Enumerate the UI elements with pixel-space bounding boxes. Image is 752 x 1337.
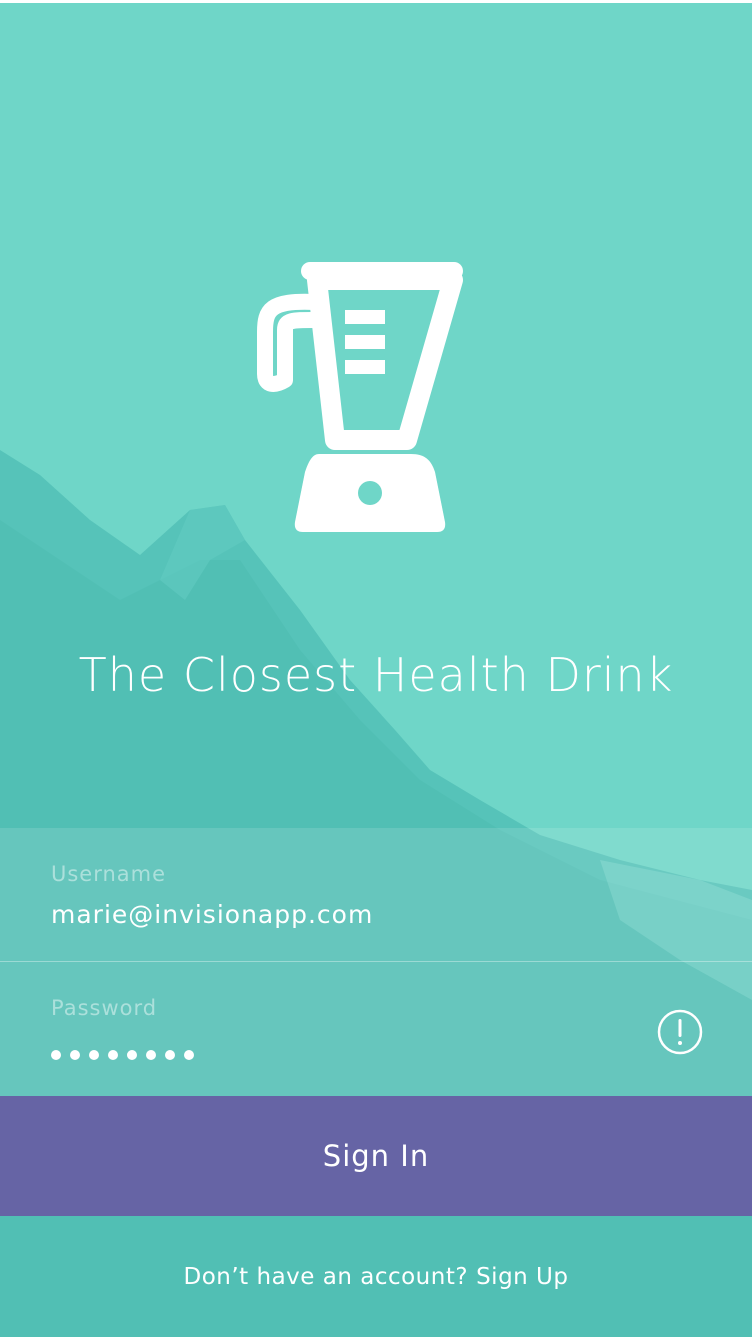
login-screen: The Closest Health Drink Username marie@…: [0, 0, 752, 1337]
sign-in-label: Sign In: [322, 1139, 430, 1173]
password-field[interactable]: Password: [0, 962, 752, 1096]
password-dot: [165, 1050, 175, 1060]
password-label: Password: [51, 996, 158, 1020]
top-edge: [0, 0, 752, 3]
password-dot: [127, 1050, 137, 1060]
password-dot: [89, 1050, 99, 1060]
password-dot: [184, 1050, 194, 1060]
username-label: Username: [51, 862, 167, 886]
password-dot: [51, 1050, 61, 1060]
password-dot: [70, 1050, 80, 1060]
username-input[interactable]: marie@invisionapp.com: [51, 900, 373, 929]
blender-icon: [257, 262, 463, 532]
signup-prompt: Don’t have an account? Sign Up: [0, 1216, 752, 1337]
username-field[interactable]: Username marie@invisionapp.com: [0, 828, 752, 962]
password-dot: [146, 1050, 156, 1060]
alert-icon[interactable]: [657, 1009, 703, 1055]
signup-prompt-text: Don’t have an account?: [183, 1263, 469, 1290]
sign-in-button[interactable]: Sign In: [0, 1096, 752, 1216]
sign-up-link[interactable]: Sign Up: [476, 1264, 568, 1290]
login-form: Username marie@invisionapp.com Password: [0, 828, 752, 1096]
app-title: The Closest Health Drink: [78, 648, 674, 702]
password-dot: [108, 1050, 118, 1060]
password-input[interactable]: [51, 1050, 194, 1062]
